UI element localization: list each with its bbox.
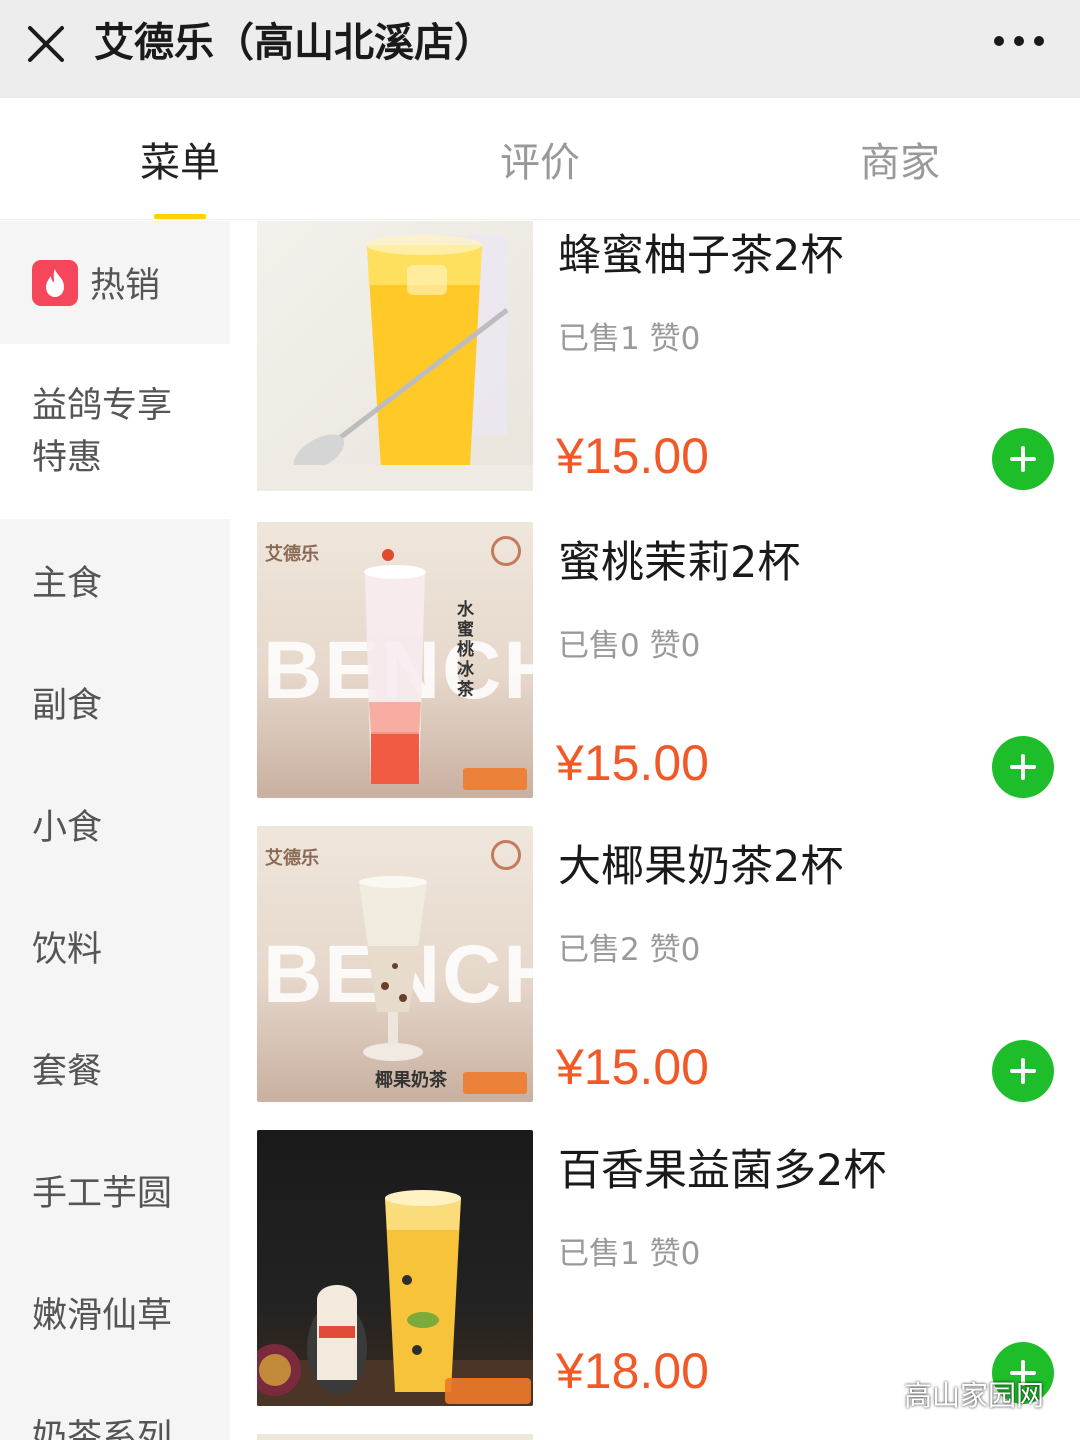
product-name: 百香果益菌多2杯 [558,1146,887,1196]
sidebar-item-milk-tea[interactable]: 奶茶系列 [0,1373,230,1440]
sidebar-item-snacks[interactable]: 小食 [0,763,230,885]
sidebar-item-label: 益鸽专享 特惠 [32,385,173,478]
next-product-image-partial [257,1434,533,1440]
product-sales: 已售1 赞0 [558,321,701,357]
sidebar-item-label: 饮料 [32,929,103,970]
sidebar-item-side-food[interactable]: 副食 [0,641,230,763]
sidebar-item-combo[interactable]: 套餐 [0,1007,230,1129]
title-bar: 艾德乐（高山北溪店） [0,0,1080,98]
product-name: 蜜桃茉莉2杯 [558,538,801,588]
list-item[interactable]: 艾德乐 BENCH 水蜜桃冰茶 蜜桃茉莉2杯 已售0 赞0 ¥15.00 [230,522,1080,826]
product-image[interactable]: 艾德乐 BENCH 椰果奶茶 [257,826,533,1102]
watermark-text: 高山家园网 [903,1379,1044,1412]
image-caption: 椰果奶茶 [375,1070,447,1091]
product-price: ¥15.00 [556,428,709,484]
sidebar-item-label: 副食 [32,685,103,726]
page-title: 艾德乐（高山北溪店） [94,20,494,66]
more-dots-icon[interactable] [992,26,1046,56]
wechat-icon [860,1380,896,1407]
sidebar-item-label: 手工芋圆 [32,1173,173,1214]
sidebar-item-special[interactable]: 益鸽专享 特惠 [0,344,230,519]
watermark: 高山家园网 [860,1374,1044,1414]
product-price: ¥18.00 [556,1343,709,1399]
product-name: 蜂蜜柚子茶2杯 [558,231,844,281]
sidebar-item-hot[interactable]: 热销 [0,221,230,344]
sidebar-item-grass-jelly[interactable]: 嫩滑仙草 [0,1251,230,1373]
product-sales: 已售0 赞0 [558,628,701,664]
close-icon[interactable] [24,22,68,66]
product-list: 蜂蜜柚子茶2杯 已售1 赞0 ¥15.00 艾德乐 BENCH 水蜜桃冰茶 蜜桃… [230,221,1080,1440]
product-price: ¥15.00 [556,1039,709,1095]
sidebar-item-drinks[interactable]: 饮料 [0,885,230,1007]
product-image[interactable]: 艾德乐 BENCH 水蜜桃冰茶 [257,522,533,798]
add-to-cart-button[interactable] [992,736,1054,798]
add-to-cart-button[interactable] [992,1040,1054,1102]
product-name: 大椰果奶茶2杯 [558,842,844,892]
sidebar-item-label: 主食 [32,563,103,604]
list-item[interactable]: 蜂蜜柚子茶2杯 已售1 赞0 ¥15.00 [230,221,1080,519]
sidebar-item-main-food[interactable]: 主食 [0,519,230,641]
brand-tag [463,768,527,790]
image-vertical-text: 水蜜桃冰茶 [457,600,474,700]
product-sales: 已售1 赞0 [558,1236,701,1272]
flame-icon [32,259,78,306]
product-sales: 已售2 赞0 [558,932,701,968]
sidebar-item-taro-balls[interactable]: 手工芋圆 [0,1129,230,1251]
tab-reviews[interactable]: 评价 [360,98,720,219]
sidebar-item-label: 小食 [32,807,103,848]
sidebar-item-label: 热销 [90,266,161,306]
sidebar-item-label: 奶茶系列 [32,1417,173,1440]
tab-menu[interactable]: 菜单 [0,98,360,219]
product-image[interactable] [257,221,533,491]
add-to-cart-button[interactable] [992,428,1054,490]
sidebar-item-label: 套餐 [32,1051,103,1092]
tab-merchant[interactable]: 商家 [720,98,1080,219]
tab-bar: 菜单 评价 商家 [0,98,1080,220]
active-tab-indicator [154,214,206,219]
product-price: ¥15.00 [556,735,709,791]
sidebar-item-label: 嫩滑仙草 [32,1295,173,1336]
product-image[interactable] [257,1130,533,1406]
brand-tag [463,1072,527,1094]
list-item[interactable]: 艾德乐 BENCH 椰果奶茶 大椰果奶茶2杯 已售2 赞0 ¥15.00 [230,826,1080,1130]
category-sidebar: 热销 益鸽专享 特惠 主食 副食 小食 饮料 套餐 手工芋圆 嫩滑仙草 奶茶系列 [0,221,230,1440]
